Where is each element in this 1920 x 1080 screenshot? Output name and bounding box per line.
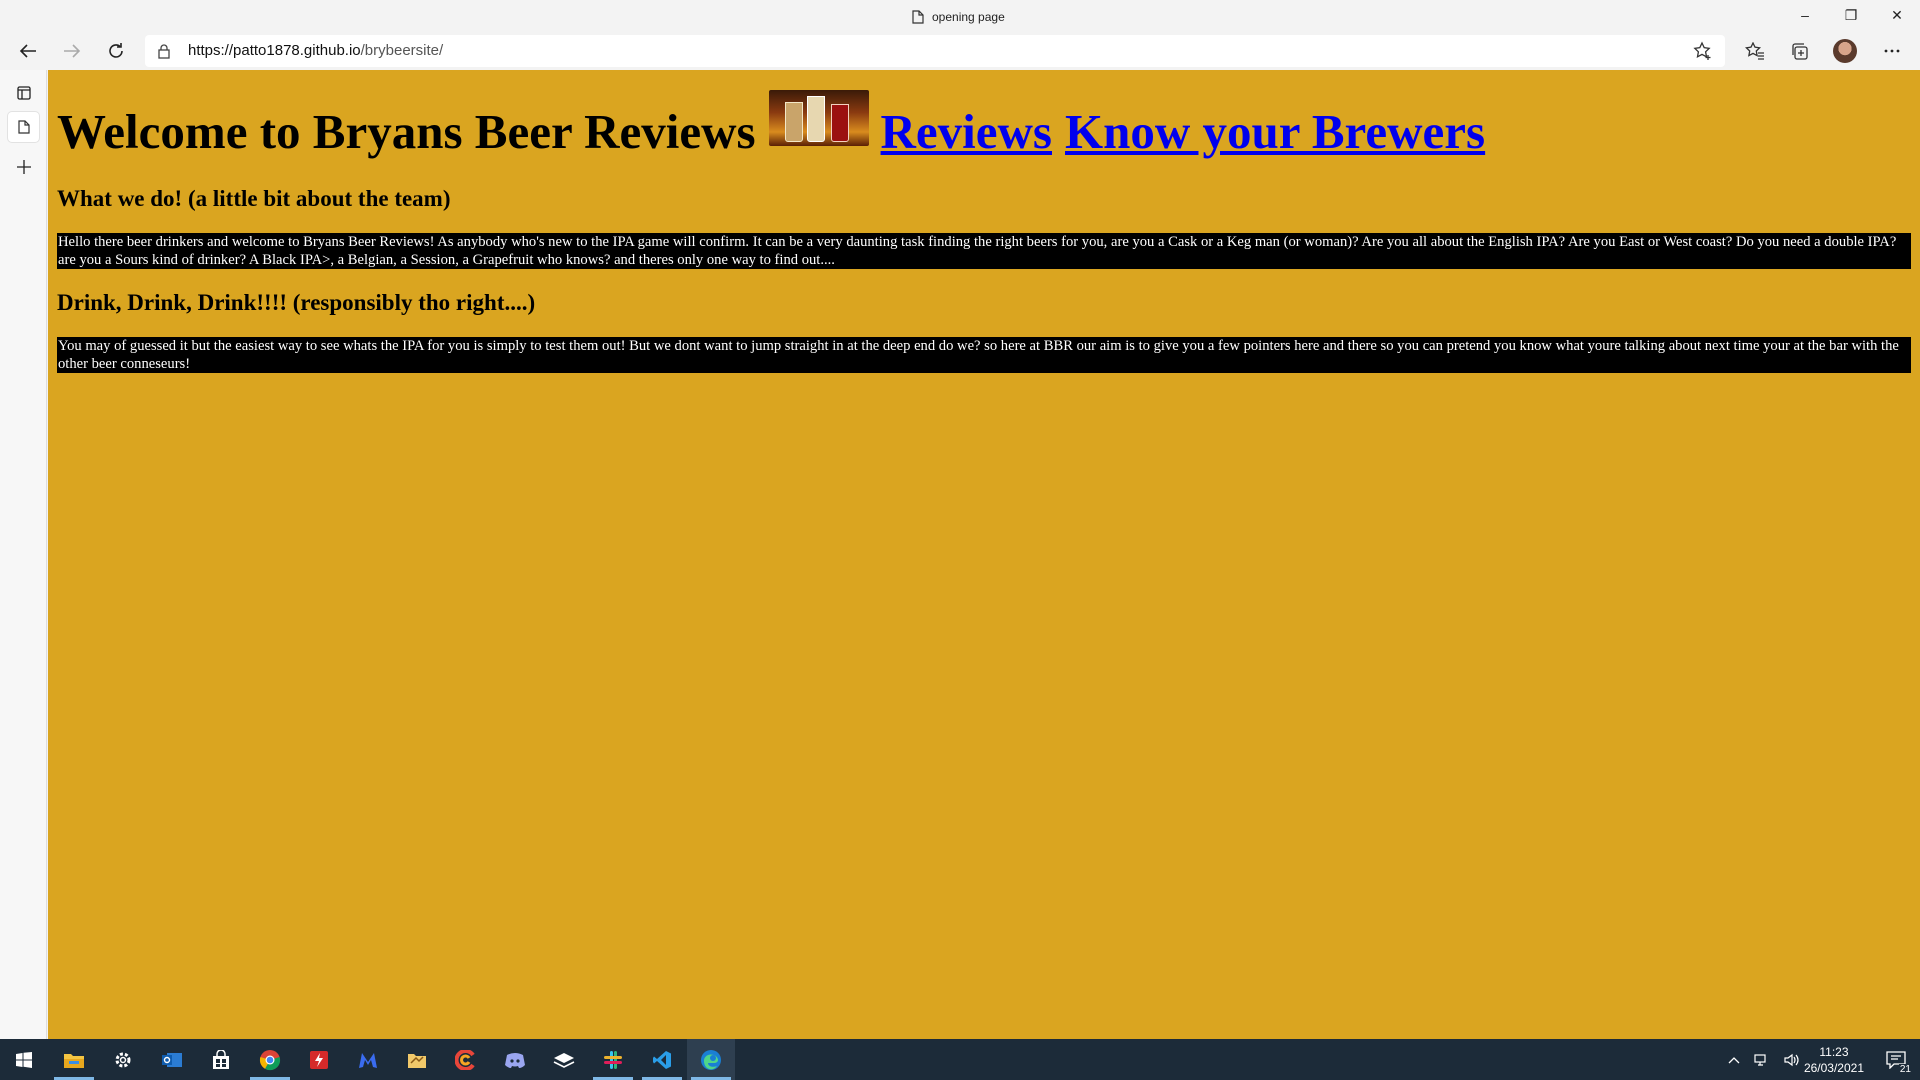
- title-bar: opening page – ❐ ✕: [0, 0, 1920, 33]
- profile-button[interactable]: [1829, 37, 1861, 65]
- taskbar-malwarebytes[interactable]: [344, 1039, 392, 1080]
- taskbar-flash-app[interactable]: [295, 1039, 343, 1080]
- taskbar-edge[interactable]: [687, 1039, 735, 1080]
- settings-icon: [115, 1052, 131, 1067]
- taskbar-folder-app[interactable]: [393, 1039, 441, 1080]
- reviews-link[interactable]: Reviews: [881, 104, 1052, 160]
- url-path: /brybeersite/: [360, 42, 444, 59]
- taskbar-settings[interactable]: [99, 1039, 147, 1080]
- refresh-icon: [109, 43, 123, 58]
- notification-count: 21: [1898, 1064, 1912, 1075]
- collections-button[interactable]: [1783, 37, 1815, 65]
- notification-center-button[interactable]: 21: [1872, 1039, 1920, 1080]
- collections-icon: [1792, 43, 1808, 60]
- forward-button[interactable]: [56, 37, 88, 65]
- url-host: https://patto1878.github.io: [188, 42, 361, 59]
- vscode-icon: [653, 1050, 671, 1069]
- address-bar[interactable]: https://patto1878.github.io/brybeersite/: [145, 35, 1725, 67]
- url-text[interactable]: https://patto1878.github.io/brybeersite/: [188, 42, 443, 59]
- taskbar-file-explorer[interactable]: [50, 1039, 98, 1080]
- page-tab[interactable]: [8, 112, 39, 142]
- page-tab-icon: [17, 120, 30, 134]
- beer-glasses-image: [768, 90, 869, 147]
- page-title: Welcome to Bryans Beer Reviews: [57, 104, 756, 159]
- windows-start-button[interactable]: [0, 1039, 48, 1080]
- new-tab-button[interactable]: [8, 152, 39, 182]
- taskbar-chrome[interactable]: [246, 1039, 294, 1080]
- tab-title-text: opening page: [932, 10, 1005, 24]
- chrome-icon: [259, 1049, 281, 1070]
- file-explorer-icon: [64, 1053, 84, 1068]
- clock-time: 11:23: [1819, 1045, 1849, 1059]
- outlook-icon: [162, 1052, 182, 1067]
- taskbar-vscode[interactable]: [638, 1039, 686, 1080]
- minimize-button[interactable]: –: [1782, 0, 1828, 30]
- back-icon: [19, 44, 36, 58]
- page-icon: [912, 10, 924, 24]
- taskbar-discord[interactable]: [491, 1039, 539, 1080]
- layers-app-icon: [553, 1052, 575, 1068]
- navigation-bar: https://patto1878.github.io/brybeersite/: [0, 33, 1920, 69]
- slack-icon: [604, 1050, 622, 1069]
- taskbar-layers-app[interactable]: [540, 1039, 588, 1080]
- section-body-drink: You may of guessed it but the easiest wa…: [57, 337, 1911, 374]
- vertical-tabs-sidebar: [0, 70, 47, 1039]
- section-title-drink: Drink, Drink, Drink!!!! (responsibly tho…: [57, 290, 536, 316]
- folder-app-icon: [408, 1053, 426, 1068]
- taskbar-outlook[interactable]: [148, 1039, 196, 1080]
- edge-icon: [701, 1049, 721, 1070]
- know-your-brewers-link[interactable]: Know your Brewers: [1065, 104, 1485, 160]
- section-body-what-we-do: Hello there beer drinkers and welcome to…: [57, 233, 1911, 270]
- discord-icon: [505, 1052, 525, 1068]
- malwarebytes-icon: [359, 1052, 377, 1068]
- favorites-icon: [1745, 42, 1764, 60]
- close-button[interactable]: ✕: [1874, 0, 1920, 30]
- tab-actions-icon: [16, 86, 31, 100]
- favorites-button[interactable]: [1739, 37, 1771, 65]
- new-tab-icon: [16, 160, 31, 174]
- taskbar-slack[interactable]: [589, 1039, 637, 1080]
- store-icon: [213, 1049, 229, 1069]
- show-hidden-icons-icon[interactable]: [1728, 1056, 1740, 1064]
- profile-avatar: [1833, 39, 1857, 63]
- window-title: opening page: [912, 7, 1005, 27]
- forward-icon: [64, 44, 81, 58]
- flash-app-icon: [310, 1050, 328, 1069]
- clock-date: 26/03/2021: [1803, 1061, 1864, 1075]
- section-title-what-we-do: What we do! (a little bit about the team…: [57, 186, 451, 212]
- tab-actions-button[interactable]: [8, 78, 39, 108]
- add-favorite-icon[interactable]: [1693, 41, 1713, 61]
- taskbar: 11:23 26/03/2021 21: [0, 1039, 1920, 1080]
- refresh-button[interactable]: [100, 37, 132, 65]
- taskbar-ccleaner[interactable]: [442, 1039, 490, 1080]
- clock[interactable]: 11:23 26/03/2021: [1804, 1044, 1864, 1076]
- ccleaner-icon: [455, 1049, 475, 1070]
- more-icon: [1884, 49, 1900, 53]
- back-button[interactable]: [12, 37, 44, 65]
- page-header: Welcome to Bryans Beer Reviews Reviews K…: [57, 90, 1911, 160]
- taskbar-store[interactable]: [197, 1039, 245, 1080]
- more-button[interactable]: [1876, 37, 1908, 65]
- windows-start-icon: [16, 1051, 32, 1068]
- network-icon[interactable]: [1754, 1053, 1770, 1067]
- volume-icon[interactable]: [1784, 1053, 1800, 1067]
- lock-icon[interactable]: [157, 43, 171, 59]
- web-page: Welcome to Bryans Beer Reviews Reviews K…: [48, 70, 1920, 1039]
- restore-button[interactable]: ❐: [1828, 0, 1874, 30]
- system-tray: [1728, 1039, 1800, 1080]
